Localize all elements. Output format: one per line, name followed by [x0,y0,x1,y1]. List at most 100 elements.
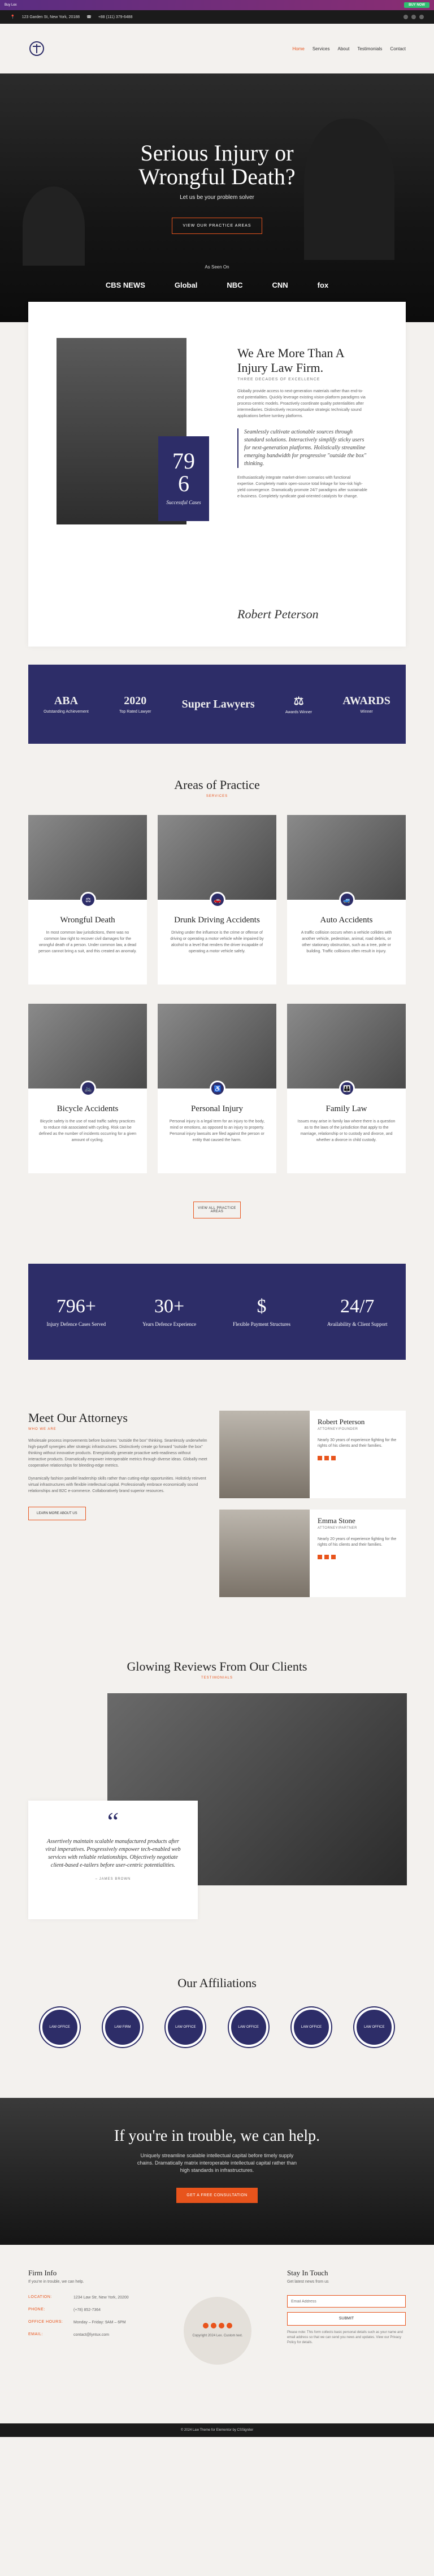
about-paragraph-2: Enthusiastically integrate market-driven… [237,476,367,498]
global-logo: Global [174,281,198,289]
areas-grid: ⚖ Wrongful Death In most common law juri… [28,815,406,1173]
info-row: EMAIL: contact@lyntux.com [28,2332,130,2338]
attorneys-kicker: WHO WE ARE [28,1428,57,1431]
info-value: Monday – Friday: 9AM – 6PM [73,2321,126,2325]
info-row: OFFICE HOURS: Monday – Friday: 9AM – 6PM [28,2320,130,2326]
stat-number: 24/7 [340,1295,375,1317]
area-card-bicycle-accidents[interactable]: 🚲 Bicycle Accidents Bicycle safety is th… [28,1004,147,1173]
media-logos: CBS NEWS Global NBC CNN fox [0,281,434,289]
info-value[interactable]: contact@lyntux.com [73,2332,130,2338]
facebook-icon[interactable] [203,2323,209,2328]
about-section: 79 6 Successful Cases We Are More Than A… [0,302,434,647]
about-title: We Are More Than A Injury Law Firm. [237,346,344,375]
practice-areas-section: Areas of Practice SERVICES ⚖ Wrongful De… [0,744,434,1218]
affiliations-title: Our Affiliations [177,1976,257,1990]
gavel-icon: ⚖ [80,892,96,908]
linkedin-icon[interactable] [331,1555,336,1559]
attorney-social [318,1555,398,1559]
about-quote: Seamlessly cultivate actionable sources … [237,428,367,468]
area-card-family-law[interactable]: 👪 Family Law Issues may arise in family … [287,1004,406,1173]
attorney-name: Robert Peterson [318,1417,365,1426]
buy-now-button[interactable]: BUY NOW [404,2,429,8]
nav-about[interactable]: About [338,46,350,51]
cta-title: If you're in trouble, we can help. [114,2127,320,2145]
area-card-personal-injury[interactable]: ♿ Personal Injury Personal injury is a l… [158,1004,276,1173]
view-all-practice-areas-button[interactable]: VIEW ALL PRACTICE AREAS [193,1202,241,1218]
signature: Robert Peterson [237,607,319,621]
review-author: – JAMES BROWN [95,1877,131,1881]
cases-label: Successful Cases [166,500,201,505]
attorney-bio: Nearly 30 years of experience fighting f… [318,1438,397,1448]
area-card-drunk-driving[interactable]: 🚗 Drunk Driving Accidents Driving under … [158,815,276,985]
affiliations-section: Our Affiliations LAW OFFICE LAW FIRM LAW… [0,1919,434,2047]
attorneys-paragraph-2: Dynamically fashion parallel leadership … [28,1477,206,1493]
award-mark: ⚖ [293,695,304,708]
wheelchair-icon: ♿ [210,1081,225,1096]
area-desc: In most common law jurisdictions, there … [38,931,137,953]
logo[interactable] [28,40,73,57]
attorney-info: Robert Peterson ATTORNEY/FOUNDER Nearly … [310,1411,406,1498]
stat-label: Injury Defence Cases Served [46,1321,106,1327]
attorney-card[interactable]: Emma Stone ATTORNEY/PARTNER Nearly 20 ye… [219,1510,406,1597]
review-text: Assertively maintain scalable manufactur… [45,1838,181,1868]
law-office-seal: LAW OFFICE [40,2007,80,2047]
nav-contact[interactable]: Contact [390,46,406,51]
location-icon: 📍 [10,15,15,19]
reviews-title: Glowing Reviews From Our Clients [127,1659,307,1673]
award-winner: AWARDS Winner [342,695,390,714]
hero-title: Serious Injury or Wrongful Death? [0,73,434,189]
free-consultation-button[interactable]: GET A FREE CONSULTATION [176,2188,258,2203]
about-text: We Are More Than A Injury Law Firm. THRE… [237,346,367,500]
instagram-icon[interactable] [219,2323,224,2328]
reviews-kicker: TESTIMONIALS [201,1676,233,1680]
top-phone: +88 (111) 379-6488 [98,15,133,19]
attorney-card[interactable]: Robert Peterson ATTORNEY/FOUNDER Nearly … [219,1411,406,1498]
twitter-icon[interactable] [411,15,416,19]
hero-title-line1: Serious Injury or [140,140,294,166]
email-field[interactable] [287,2295,406,2308]
attorney-role: ATTORNEY/FOUNDER [318,1428,358,1431]
area-card-wrongful-death[interactable]: ⚖ Wrongful Death In most common law juri… [28,815,147,985]
info-value[interactable]: (+78) 852-7364 [73,2308,130,2313]
newsletter-desc: Get latest news from us [287,2280,329,2284]
top-social-links [403,15,424,19]
info-key: PHONE: [28,2308,45,2312]
linkedin-icon[interactable] [227,2323,232,2328]
law-office-seal: LAW OFFICE [166,2007,206,2047]
twitter-icon[interactable] [211,2323,216,2328]
nav-home[interactable]: Home [292,46,304,51]
top-address: 123 Garden St, New York, 20188 [21,15,80,19]
law-firm-seal: LAW FIRM [102,2007,142,2047]
facebook-icon[interactable] [318,1555,322,1559]
learn-more-button[interactable]: LEARN MORE ABOUT US [28,1507,86,1520]
twitter-icon[interactable] [324,1555,329,1559]
reviews-section: Glowing Reviews From Our Clients TESTIMO… [0,1608,434,1919]
submit-button[interactable]: SUBMIT [287,2312,406,2326]
attorney-name: Emma Stone [318,1516,355,1525]
facebook-icon[interactable] [318,1456,322,1460]
top-info-bar: 📍 123 Garden St, New York, 20188 ☎ +88 (… [0,10,434,24]
cbs-news-logo: CBS NEWS [105,281,145,289]
award-super-lawyers: Super Lawyers [182,698,255,711]
instagram-icon[interactable] [419,15,424,19]
promo-bar: Buy Lex BUY NOW [0,0,434,10]
view-practice-areas-button[interactable]: VIEW OUR PRACTICE AREAS [172,218,262,234]
area-card-auto-accidents[interactable]: 🚙 Auto Accidents A traffic collision occ… [287,815,406,985]
linkedin-icon[interactable] [331,1456,336,1460]
nav-testimonials[interactable]: Testimonials [357,46,382,51]
nav-services[interactable]: Services [313,46,330,51]
newsletter-note: Please note: This form collects basic pe… [287,2331,403,2344]
family-icon: 👪 [339,1081,355,1096]
firm-info-desc: If you're in trouble, we can help. [28,2280,84,2284]
award-aba: ABA Outstanding Achievement [44,695,89,714]
attorney-role: ATTORNEY/PARTNER [318,1526,357,1530]
award-mark: 2020 [124,695,147,707]
attorney-bio: Nearly 20 years of experience fighting f… [318,1537,397,1547]
area-desc: A traffic collision occurs when a vehicl… [301,931,392,953]
area-title: Auto Accidents [320,916,373,925]
quote-icon: “ [107,1807,119,1836]
facebook-icon[interactable] [403,15,408,19]
law-office-seal: LAW OFFICE [291,2007,331,2047]
twitter-icon[interactable] [324,1456,329,1460]
award-mark: AWARDS [342,695,390,707]
